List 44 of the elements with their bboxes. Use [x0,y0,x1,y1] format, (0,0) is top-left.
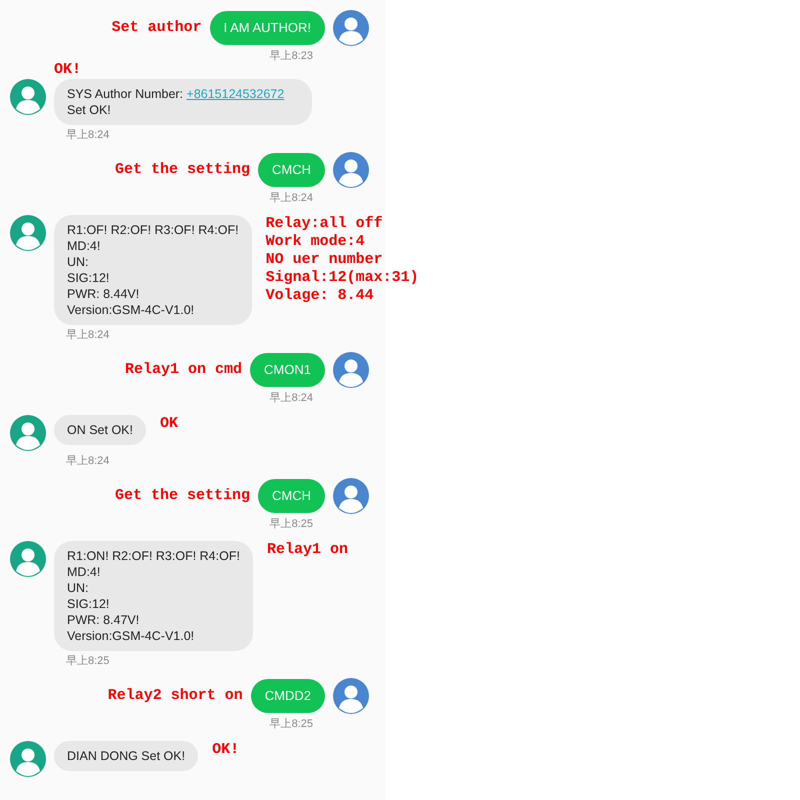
message-bubble: SYS Author Number: +8615124532672 Set OK! [54,79,312,125]
message-bubble: I AM AUTHOR! [210,11,325,45]
timestamp: 早上8:24 [66,329,110,342]
annotation: OK! [212,741,240,759]
annotation: NO uer number [266,251,384,269]
avatar-icon [333,478,369,514]
annotation: Work mode:4 [266,233,366,251]
annotation: Get the setting [114,487,250,505]
annotation: Relay:all off [266,215,384,233]
annotation: Signal:12(max:31) [266,269,419,287]
avatar-icon [10,541,46,577]
timestamp: 早上8:24 [270,192,313,205]
message-bubble: R1:OF! R2:OF! R3:OF! R4:OF! MD:4! UN: SIG:12! PWR: 8.44V! Version:GSM-4C-V1.0! [54,215,252,325]
timestamp: 早上8:25 [66,655,110,668]
annotation: OK! [54,61,82,79]
annotation: Relay1 on [266,541,348,559]
phone-link[interactable]: +8615124532672 [186,87,284,101]
annotation: Get the setting [114,161,250,179]
timestamp: 早上8:24 [270,392,313,405]
avatar-icon [10,741,46,777]
message-bubble: ON Set OK! [54,415,146,445]
annotation: Relay1 on cmd [125,361,242,379]
avatar-icon [10,215,46,251]
timestamp: 早上8:24 [66,455,110,468]
message-bubble: DIAN DONG Set OK! [54,741,198,771]
timestamp: 早上8:25 [270,718,313,731]
avatar-icon [10,79,46,115]
annotation: Set author [112,19,202,37]
message-bubble: R1:ON! R2:OF! R3:OF! R4:OF! MD:4! UN: SIG:12! PWR: 8.47V! Version:GSM-4C-V1.0! [54,541,253,651]
avatar-icon [333,352,369,388]
message-bubble: CMDD2 [250,679,325,713]
avatar-icon [333,10,369,46]
annotation: Relay2 short on [108,687,243,705]
annotation: OK [160,415,178,433]
avatar-icon [333,678,369,714]
avatar-icon [10,415,46,451]
annotation: Volage: 8.44 [266,287,375,305]
avatar-icon [333,152,369,188]
message-bubble: CMON1 [250,353,325,387]
message-bubble: CMCH [258,479,325,513]
message-bubble: CMCH [258,153,325,187]
timestamp: 早上8:24 [66,129,110,142]
timestamp: 早上8:23 [270,50,313,63]
timestamp: 早上8:25 [270,518,313,531]
